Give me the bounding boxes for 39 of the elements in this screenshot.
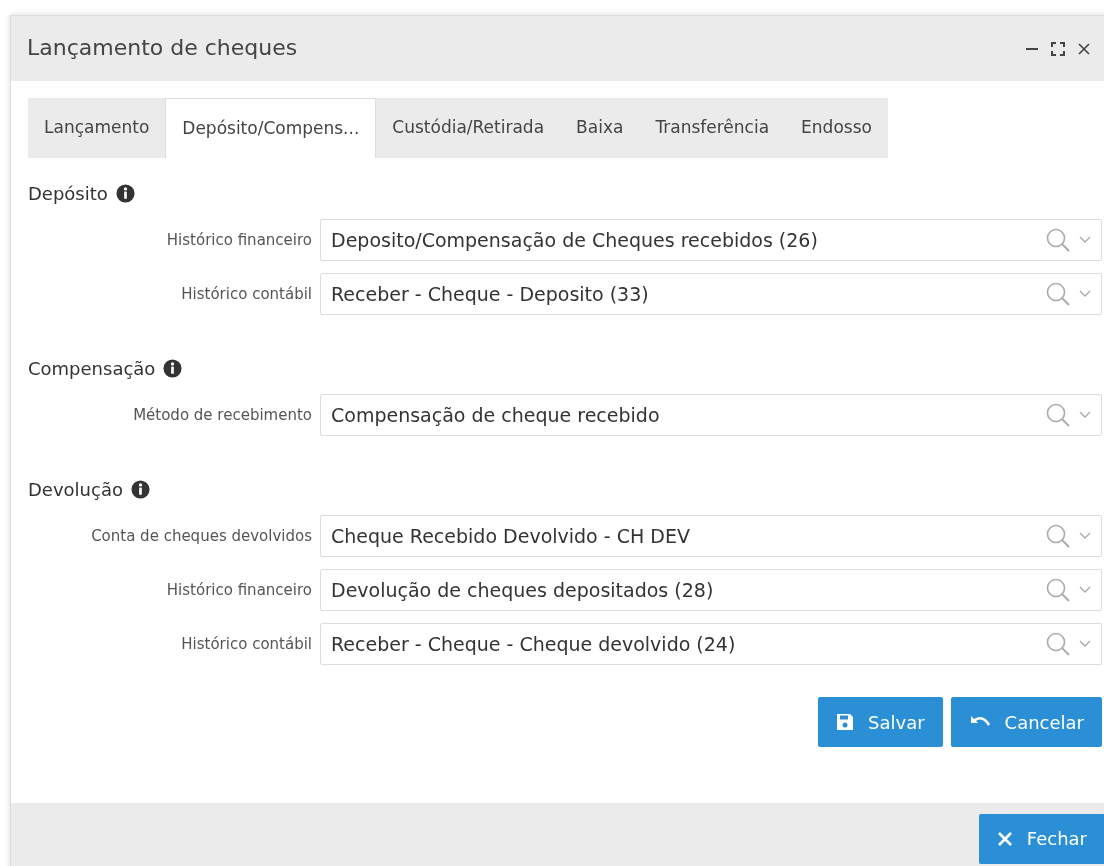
close-icon <box>996 830 1013 847</box>
maximize-icon[interactable] <box>1051 41 1065 56</box>
caret-icon[interactable] <box>1079 236 1091 244</box>
search-icon[interactable] <box>1045 227 1071 253</box>
lookup-field[interactable]: Receber - Cheque - Cheque devolvido (24) <box>320 623 1102 665</box>
search-icon[interactable] <box>1045 281 1071 307</box>
search-icon[interactable] <box>1045 523 1071 549</box>
lookup-field[interactable]: Receber - Cheque - Deposito (33) <box>320 273 1102 315</box>
info-icon[interactable] <box>163 359 183 378</box>
info-icon[interactable] <box>115 184 135 203</box>
search-icon[interactable] <box>1045 402 1071 428</box>
field-label: Histórico financeiro <box>165 229 313 251</box>
caret-icon[interactable] <box>1079 411 1091 419</box>
lookup-field[interactable]: Deposito/Compensação de Cheques recebidos (26) <box>320 219 1102 261</box>
lookup-field[interactable]: Devolução de cheques depositados (28) <box>320 569 1102 611</box>
info-icon[interactable] <box>130 480 150 499</box>
field-label: Histórico contábil <box>180 283 313 305</box>
save-icon <box>836 713 855 731</box>
section-title: Devolução <box>28 478 123 502</box>
save-button[interactable]: Salvar <box>818 697 943 747</box>
window-title: Lançamento de cheques <box>27 35 298 62</box>
field-label: Conta de cheques devolvidos <box>90 525 313 547</box>
section-title: Depósito <box>28 182 108 206</box>
caret-icon[interactable] <box>1079 290 1091 298</box>
search-icon[interactable] <box>1045 577 1071 603</box>
close-button[interactable]: Fechar <box>978 813 1104 864</box>
close-icon[interactable] <box>1077 41 1091 56</box>
field-label: Histórico financeiro <box>165 579 313 601</box>
cancel-button[interactable]: Cancelar <box>950 697 1102 747</box>
lookup-field[interactable]: Cheque Recebido Devolvido - CH DEV <box>320 515 1102 557</box>
tab[interactable]: Depósito/Compens... <box>165 98 377 158</box>
caret-icon[interactable] <box>1079 532 1091 540</box>
field-label: Método de recebimento <box>132 404 313 426</box>
search-icon[interactable] <box>1045 631 1071 657</box>
section-title: Compensação <box>28 357 156 381</box>
caret-icon[interactable] <box>1079 586 1091 594</box>
lookup-field[interactable]: Compensação de cheque recebido <box>320 394 1102 436</box>
caret-icon[interactable] <box>1079 640 1091 648</box>
field-label: Histórico contábil <box>180 633 313 655</box>
